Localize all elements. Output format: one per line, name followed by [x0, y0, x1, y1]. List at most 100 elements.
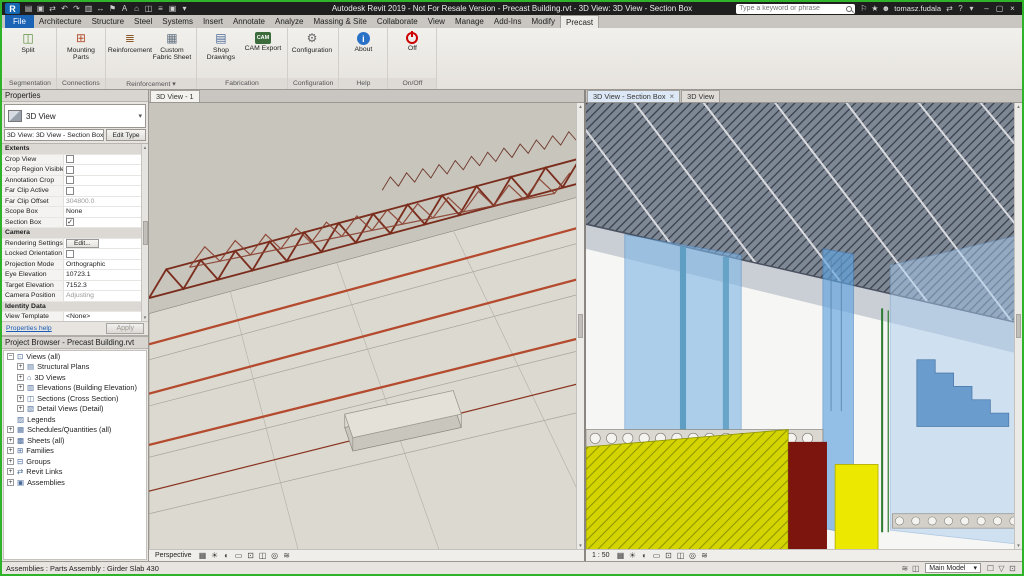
help-menu-icon[interactable]: ▾ — [966, 4, 977, 13]
expand-icon[interactable]: + — [17, 384, 24, 391]
property-value[interactable] — [64, 249, 141, 259]
type-selector[interactable]: 3D View ▾ — [4, 104, 146, 128]
view-tab-3d-view-1[interactable]: 3D View - 1 — [150, 90, 200, 102]
switch-windows-icon[interactable]: ▣ — [167, 4, 178, 13]
ribbon-panel-name-on-off[interactable]: On/Off — [388, 78, 436, 89]
tree-item-views-all[interactable]: −⊡Views (all) — [4, 351, 139, 362]
checkbox-annotation-crop[interactable] — [66, 176, 74, 184]
chevron-down-icon[interactable]: ▾ — [138, 112, 142, 120]
right-view-canvas[interactable]: ▲ ▼ 1 : 50 ▦☀◐▭⊡◫◎≋ — [586, 103, 1022, 561]
scale-1-50-label[interactable]: 1 : 50 — [589, 551, 613, 560]
ribbon-button-reinforcement[interactable]: ≣Reinforcement — [110, 30, 150, 54]
properties-scrollbar[interactable]: ▲▼ — [141, 144, 148, 321]
right-view-vscrollbar[interactable]: ▲ ▼ — [1014, 103, 1022, 549]
ribbon-panel-name-help[interactable]: Help — [339, 78, 387, 89]
property-value[interactable] — [64, 186, 141, 196]
ribbon-button-split[interactable]: ◫Split — [8, 30, 48, 54]
view-tab-3d-view-section-box[interactable]: 3D View - Section Box × — [587, 90, 680, 102]
ribbon-button-off[interactable]: Off — [392, 30, 432, 52]
sun-path-icon[interactable]: ☀ — [210, 551, 220, 560]
collapse-icon[interactable]: − — [7, 353, 14, 360]
thin-lines-icon[interactable]: ≡ — [155, 4, 166, 13]
property-group-extents[interactable]: Extents — [2, 144, 141, 155]
property-value[interactable]: ✓ — [64, 218, 141, 228]
sun-path-icon[interactable]: ☀ — [628, 551, 638, 560]
ribbon-tab-insert[interactable]: Insert — [198, 15, 228, 28]
expand-icon[interactable]: + — [7, 458, 14, 465]
crop-view-icon[interactable]: ▭ — [234, 551, 244, 560]
expand-icon[interactable]: + — [7, 447, 14, 454]
ribbon-tab-collaborate[interactable]: Collaborate — [372, 15, 423, 28]
expand-icon[interactable]: + — [7, 426, 14, 433]
search-input[interactable] — [739, 5, 844, 13]
property-value[interactable] — [64, 176, 141, 186]
ribbon-tab-analyze[interactable]: Analyze — [270, 15, 308, 28]
properties-header[interactable]: Properties — [2, 90, 148, 102]
ribbon-button-mounting-parts[interactable]: ⊞Mounting Parts — [61, 30, 101, 62]
scroll-up-icon[interactable]: ▲ — [143, 145, 147, 150]
tag-icon[interactable]: ⚑ — [107, 4, 118, 13]
expand-icon[interactable]: + — [7, 468, 14, 475]
minimize-button[interactable]: – — [980, 4, 993, 13]
ribbon-tab-annotate[interactable]: Annotate — [228, 15, 270, 28]
left-view-canvas[interactable]: ▲ ▼ Perspective ▦☀◐▭⊡◫◎≋ — [149, 103, 584, 561]
property-value[interactable]: Orthographic — [64, 260, 141, 270]
apply-button[interactable]: Apply — [106, 323, 144, 334]
save-icon[interactable]: ▣ — [35, 4, 46, 13]
ribbon-tab-massing-site[interactable]: Massing & Site — [308, 15, 371, 28]
sync-icon[interactable]: ⇄ — [47, 4, 58, 13]
tree-item-schedules-quantities-all[interactable]: +▦Schedules/Quantities (all) — [4, 425, 139, 436]
tree-item-revit-links[interactable]: +⇄Revit Links — [4, 467, 139, 478]
reveal-hidden-icon[interactable]: ◎ — [270, 551, 280, 560]
scrollbar-thumb[interactable] — [578, 314, 583, 338]
ribbon-tab-structure[interactable]: Structure — [87, 15, 129, 28]
button-rendering-settings[interactable]: Edit... — [66, 239, 99, 248]
ribbon-panel-name-configuration[interactable]: Configuration — [288, 78, 338, 89]
maximize-button[interactable]: ▢ — [993, 4, 1006, 13]
ribbon-tab-steel[interactable]: Steel — [129, 15, 157, 28]
tree-item-legends[interactable]: ▨Legends — [4, 414, 139, 425]
tree-item-sections-cross-section[interactable]: +◫Sections (Cross Section) — [4, 393, 139, 404]
visual-style-icon[interactable]: ▦ — [198, 551, 208, 560]
tree-item-groups[interactable]: +⊟Groups — [4, 456, 139, 467]
property-group-camera[interactable]: Camera — [2, 228, 141, 239]
expand-icon[interactable]: + — [17, 405, 24, 412]
property-value[interactable]: None — [64, 207, 141, 217]
exchange-apps-icon[interactable]: ⇄ — [944, 4, 955, 13]
expand-icon[interactable]: + — [17, 374, 24, 381]
filter-icon[interactable]: ▽ — [996, 564, 1007, 573]
scrollbar-thumb[interactable] — [1016, 314, 1021, 338]
temporary-hide-icon[interactable]: ◫ — [258, 551, 268, 560]
expand-icon[interactable]: + — [7, 437, 14, 444]
visual-style-icon[interactable]: ▦ — [616, 551, 626, 560]
close-button[interactable]: × — [1006, 4, 1019, 13]
file-menu-button[interactable]: File — [5, 15, 34, 28]
undo-icon[interactable]: ↶ — [59, 4, 70, 13]
ribbon-tab-modify[interactable]: Modify — [526, 15, 560, 28]
worksharing-display-icon[interactable]: ≋ — [700, 551, 710, 560]
ribbon-button-shop-drawings[interactable]: ▤Shop Drawings — [201, 30, 241, 62]
scrollbar-thumb[interactable] — [143, 221, 148, 245]
ribbon-tab-view[interactable]: View — [423, 15, 450, 28]
property-value[interactable]: 7152.3 — [64, 281, 141, 291]
view-selector-combo[interactable]: 3D View: 3D View - Section Box ▾ — [4, 129, 104, 141]
scroll-down-icon[interactable]: ▼ — [578, 543, 582, 548]
left-view-vscrollbar[interactable]: ▲ ▼ — [576, 103, 584, 549]
default-3d-view-icon[interactable]: ⌂ — [131, 4, 142, 13]
ribbon-button-cam-export[interactable]: CAMCAM Export — [243, 30, 283, 52]
scroll-down-icon[interactable]: ▼ — [143, 315, 147, 320]
search-icon[interactable] — [846, 6, 852, 12]
ribbon-panel-name-reinforcement[interactable]: Reinforcement ▾ — [106, 78, 196, 89]
view-tab-3d-view[interactable]: 3D View — [681, 90, 720, 102]
design-options-select[interactable]: Main Model ▾ — [925, 563, 981, 573]
tree-item-elevations-building-elevation[interactable]: +▥Elevations (Building Elevation) — [4, 383, 139, 394]
checkbox-crop-view[interactable] — [66, 155, 74, 163]
shadows-icon[interactable]: ◐ — [640, 551, 650, 560]
text-icon[interactable]: A — [119, 4, 130, 13]
open-file-icon[interactable]: ▤ — [23, 4, 34, 13]
ribbon-button-configuration[interactable]: ⚙Configuration — [292, 30, 332, 54]
communication-center-icon[interactable]: ⚐ — [858, 4, 869, 13]
scale-perspective-label[interactable]: Perspective — [152, 551, 195, 560]
property-group-identity-data[interactable]: Identity Data — [2, 302, 141, 313]
shadows-icon[interactable]: ◐ — [222, 551, 232, 560]
